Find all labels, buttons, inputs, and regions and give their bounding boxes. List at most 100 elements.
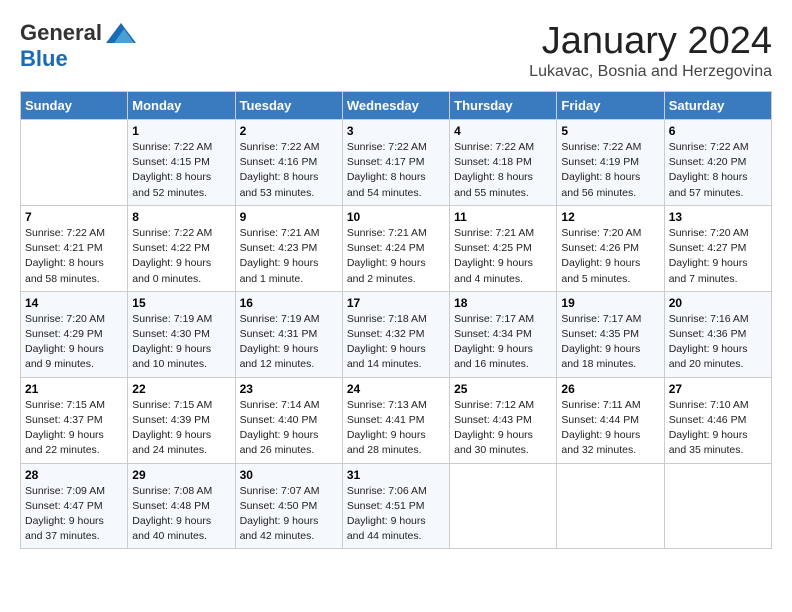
day-number: 4 bbox=[454, 124, 552, 138]
calendar-cell: 10 Sunrise: 7:21 AMSunset: 4:24 PMDayligh… bbox=[342, 205, 449, 291]
day-info: Sunrise: 7:15 AMSunset: 4:37 PMDaylight:… bbox=[25, 398, 123, 459]
day-info: Sunrise: 7:16 AMSunset: 4:36 PMDaylight:… bbox=[669, 312, 767, 373]
calendar-cell: 14 Sunrise: 7:20 AMSunset: 4:29 PMDayligh… bbox=[21, 291, 128, 377]
day-number: 11 bbox=[454, 210, 552, 224]
weekday-header: Thursday bbox=[450, 92, 557, 120]
calendar-cell: 30 Sunrise: 7:07 AMSunset: 4:50 PMDayligh… bbox=[235, 463, 342, 549]
calendar-cell: 21 Sunrise: 7:15 AMSunset: 4:37 PMDayligh… bbox=[21, 377, 128, 463]
calendar-cell: 12 Sunrise: 7:20 AMSunset: 4:26 PMDayligh… bbox=[557, 205, 664, 291]
day-info: Sunrise: 7:08 AMSunset: 4:48 PMDaylight:… bbox=[132, 484, 230, 545]
calendar-title: January 2024 bbox=[529, 20, 772, 63]
calendar-cell: 16Sunrise: 7:19 AMSunset: 4:31 PMDayligh… bbox=[235, 291, 342, 377]
day-info: Sunrise: 7:22 AMSunset: 4:22 PMDaylight:… bbox=[132, 226, 230, 287]
calendar-cell bbox=[664, 463, 771, 549]
day-number: 5 bbox=[561, 124, 659, 138]
day-number: 25 bbox=[454, 382, 552, 396]
day-info: Sunrise: 7:11 AMSunset: 4:44 PMDaylight:… bbox=[561, 398, 659, 459]
page-header: General Blue January 2024 Lukavac, Bosni… bbox=[20, 20, 772, 81]
day-number: 22 bbox=[132, 382, 230, 396]
weekday-header: Tuesday bbox=[235, 92, 342, 120]
calendar-cell: 8 Sunrise: 7:22 AMSunset: 4:22 PMDaylight… bbox=[128, 205, 235, 291]
day-info: Sunrise: 7:14 AMSunset: 4:40 PMDaylight:… bbox=[240, 398, 338, 459]
day-number: 1 bbox=[132, 124, 230, 138]
weekday-header: Wednesday bbox=[342, 92, 449, 120]
day-number: 14 bbox=[25, 296, 123, 310]
day-number: 7 bbox=[25, 210, 123, 224]
calendar-cell: 11 Sunrise: 7:21 AMSunset: 4:25 PMDayligh… bbox=[450, 205, 557, 291]
calendar-cell: 6Sunrise: 7:22 AMSunset: 4:20 PMDaylight… bbox=[664, 120, 771, 206]
logo-blue: Blue bbox=[20, 46, 68, 72]
day-number: 17 bbox=[347, 296, 445, 310]
day-info: Sunrise: 7:22 AMSunset: 4:16 PMDaylight:… bbox=[240, 140, 338, 201]
day-number: 10 bbox=[347, 210, 445, 224]
calendar-cell: 20Sunrise: 7:16 AMSunset: 4:36 PMDayligh… bbox=[664, 291, 771, 377]
day-info: Sunrise: 7:22 AMSunset: 4:20 PMDaylight:… bbox=[669, 140, 767, 201]
day-info: Sunrise: 7:17 AMSunset: 4:34 PMDaylight:… bbox=[454, 312, 552, 373]
calendar-week-row: 28 Sunrise: 7:09 AMSunset: 4:47 PMDayligh… bbox=[21, 463, 772, 549]
day-info: Sunrise: 7:21 AMSunset: 4:24 PMDaylight:… bbox=[347, 226, 445, 287]
calendar-cell: 18 Sunrise: 7:17 AMSunset: 4:34 PMDayligh… bbox=[450, 291, 557, 377]
weekday-header: Sunday bbox=[21, 92, 128, 120]
day-info: Sunrise: 7:20 AMSunset: 4:27 PMDaylight:… bbox=[669, 226, 767, 287]
day-info: Sunrise: 7:21 AMSunset: 4:25 PMDaylight:… bbox=[454, 226, 552, 287]
calendar-cell: 23 Sunrise: 7:14 AMSunset: 4:40 PMDayligh… bbox=[235, 377, 342, 463]
day-info: Sunrise: 7:20 AMSunset: 4:26 PMDaylight:… bbox=[561, 226, 659, 287]
title-block: January 2024 Lukavac, Bosnia and Herzego… bbox=[529, 20, 772, 81]
day-number: 29 bbox=[132, 468, 230, 482]
day-number: 9 bbox=[240, 210, 338, 224]
day-number: 19 bbox=[561, 296, 659, 310]
logo-icon bbox=[106, 23, 136, 43]
day-number: 30 bbox=[240, 468, 338, 482]
day-info: Sunrise: 7:22 AMSunset: 4:21 PMDaylight:… bbox=[25, 226, 123, 287]
day-info: Sunrise: 7:22 AMSunset: 4:19 PMDaylight:… bbox=[561, 140, 659, 201]
day-number: 15 bbox=[132, 296, 230, 310]
day-number: 23 bbox=[240, 382, 338, 396]
calendar-week-row: 14 Sunrise: 7:20 AMSunset: 4:29 PMDayligh… bbox=[21, 291, 772, 377]
day-number: 21 bbox=[25, 382, 123, 396]
day-info: Sunrise: 7:22 AMSunset: 4:15 PMDaylight:… bbox=[132, 140, 230, 201]
day-info: Sunrise: 7:22 AMSunset: 4:17 PMDaylight:… bbox=[347, 140, 445, 201]
day-info: Sunrise: 7:19 AMSunset: 4:30 PMDaylight:… bbox=[132, 312, 230, 373]
day-number: 3 bbox=[347, 124, 445, 138]
calendar-cell: 31Sunrise: 7:06 AMSunset: 4:51 PMDayligh… bbox=[342, 463, 449, 549]
day-info: Sunrise: 7:21 AMSunset: 4:23 PMDaylight:… bbox=[240, 226, 338, 287]
calendar-cell: 1 Sunrise: 7:22 AMSunset: 4:15 PMDaylight… bbox=[128, 120, 235, 206]
calendar-cell: 28 Sunrise: 7:09 AMSunset: 4:47 PMDayligh… bbox=[21, 463, 128, 549]
day-info: Sunrise: 7:07 AMSunset: 4:50 PMDaylight:… bbox=[240, 484, 338, 545]
day-number: 12 bbox=[561, 210, 659, 224]
day-info: Sunrise: 7:10 AMSunset: 4:46 PMDaylight:… bbox=[669, 398, 767, 459]
calendar-cell: 13Sunrise: 7:20 AMSunset: 4:27 PMDayligh… bbox=[664, 205, 771, 291]
day-info: Sunrise: 7:09 AMSunset: 4:47 PMDaylight:… bbox=[25, 484, 123, 545]
calendar-cell: 5 Sunrise: 7:22 AMSunset: 4:19 PMDaylight… bbox=[557, 120, 664, 206]
day-info: Sunrise: 7:13 AMSunset: 4:41 PMDaylight:… bbox=[347, 398, 445, 459]
weekday-header-row: SundayMondayTuesdayWednesdayThursdayFrid… bbox=[21, 92, 772, 120]
calendar-cell: 29 Sunrise: 7:08 AMSunset: 4:48 PMDayligh… bbox=[128, 463, 235, 549]
calendar-cell: 15 Sunrise: 7:19 AMSunset: 4:30 PMDayligh… bbox=[128, 291, 235, 377]
day-number: 28 bbox=[25, 468, 123, 482]
calendar-cell: 4 Sunrise: 7:22 AMSunset: 4:18 PMDaylight… bbox=[450, 120, 557, 206]
calendar-cell: 2 Sunrise: 7:22 AMSunset: 4:16 PMDaylight… bbox=[235, 120, 342, 206]
calendar-cell: 22Sunrise: 7:15 AMSunset: 4:39 PMDayligh… bbox=[128, 377, 235, 463]
calendar-cell bbox=[21, 120, 128, 206]
calendar-cell: 26 Sunrise: 7:11 AMSunset: 4:44 PMDayligh… bbox=[557, 377, 664, 463]
calendar-cell: 7 Sunrise: 7:22 AMSunset: 4:21 PMDaylight… bbox=[21, 205, 128, 291]
day-number: 18 bbox=[454, 296, 552, 310]
weekday-header: Friday bbox=[557, 92, 664, 120]
calendar-cell: 27Sunrise: 7:10 AMSunset: 4:46 PMDayligh… bbox=[664, 377, 771, 463]
calendar-cell: 3 Sunrise: 7:22 AMSunset: 4:17 PMDaylight… bbox=[342, 120, 449, 206]
weekday-header: Saturday bbox=[664, 92, 771, 120]
day-number: 24 bbox=[347, 382, 445, 396]
calendar-week-row: 21 Sunrise: 7:15 AMSunset: 4:37 PMDayligh… bbox=[21, 377, 772, 463]
calendar-cell: 25Sunrise: 7:12 AMSunset: 4:43 PMDayligh… bbox=[450, 377, 557, 463]
weekday-header: Monday bbox=[128, 92, 235, 120]
day-info: Sunrise: 7:22 AMSunset: 4:18 PMDaylight:… bbox=[454, 140, 552, 201]
day-number: 8 bbox=[132, 210, 230, 224]
day-number: 2 bbox=[240, 124, 338, 138]
day-info: Sunrise: 7:20 AMSunset: 4:29 PMDaylight:… bbox=[25, 312, 123, 373]
day-number: 26 bbox=[561, 382, 659, 396]
calendar-week-row: 1 Sunrise: 7:22 AMSunset: 4:15 PMDaylight… bbox=[21, 120, 772, 206]
calendar-subtitle: Lukavac, Bosnia and Herzegovina bbox=[529, 63, 772, 81]
calendar-cell bbox=[450, 463, 557, 549]
calendar-cell bbox=[557, 463, 664, 549]
logo-general: General bbox=[20, 20, 102, 46]
